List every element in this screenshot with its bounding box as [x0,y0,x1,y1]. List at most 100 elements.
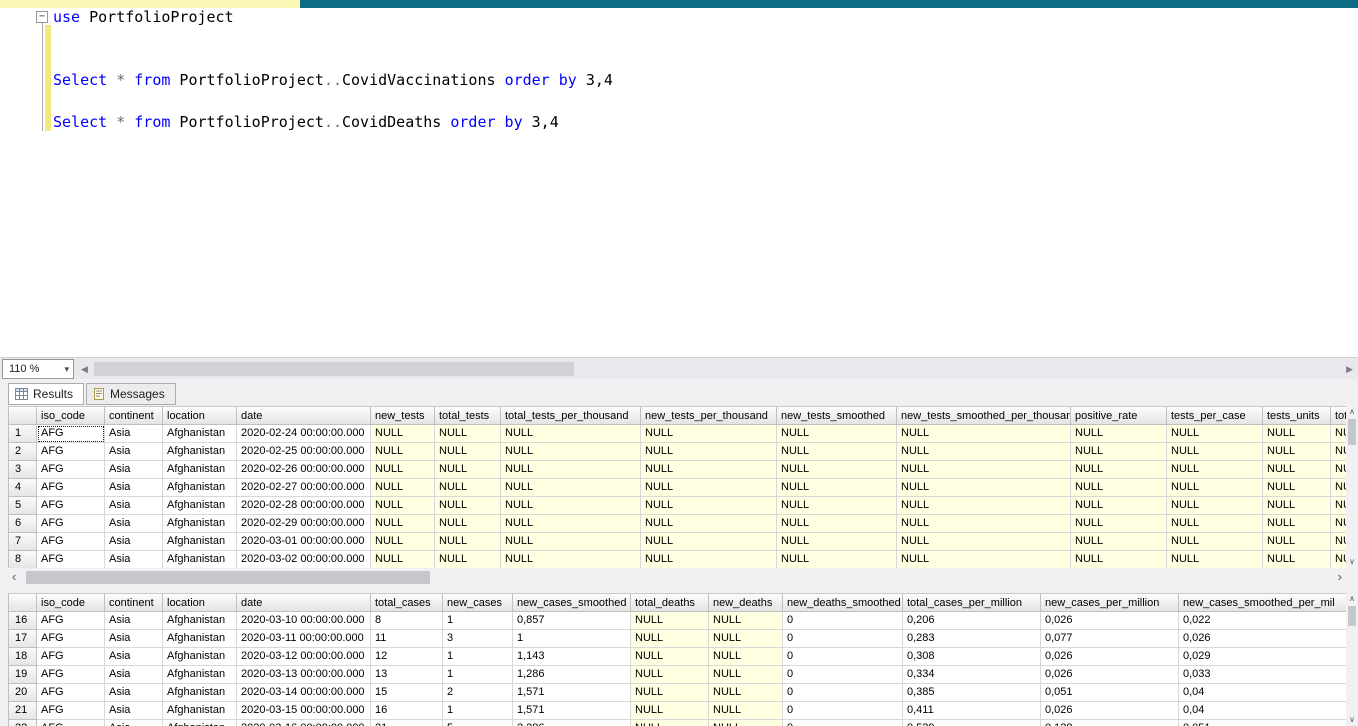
grid-cell[interactable]: NULL [1071,515,1167,533]
row-number[interactable]: 20 [9,684,37,702]
grid-cell[interactable]: NULL [897,479,1071,497]
grid-cell[interactable]: Asia [105,702,163,720]
column-header[interactable]: tests_per_case [1167,407,1263,425]
grid-cell[interactable]: NULL [1263,425,1331,443]
grid-cell[interactable]: NULL [777,497,897,515]
grid-cell[interactable]: Afghanistan [163,461,237,479]
column-header[interactable]: location [163,407,237,425]
grid-cell[interactable]: 2020-03-13 00:00:00.000 [237,666,371,684]
grid-cell[interactable]: Asia [105,533,163,551]
grid-cell[interactable]: NULL [777,479,897,497]
grid-cell[interactable]: NULL [1167,497,1263,515]
grid-cell[interactable]: Asia [105,612,163,630]
grid-cell[interactable]: NULL [501,479,641,497]
grid-cell[interactable]: Afghanistan [163,497,237,515]
column-header[interactable]: continent [105,594,163,612]
grid-cell[interactable]: NULL [1167,533,1263,551]
grid-cell[interactable]: 0,026 [1041,648,1179,666]
column-header[interactable]: total_tests_per_thousand [501,407,641,425]
row-number[interactable]: 2 [9,443,37,461]
grid-cell[interactable]: 13 [371,666,443,684]
column-header[interactable]: date [237,407,371,425]
grid-cell[interactable]: NULL [1263,461,1331,479]
grid-cell[interactable]: Asia [105,479,163,497]
grid-cell[interactable]: 0,04 [1179,702,1346,720]
grid-cell[interactable]: NULL [709,702,783,720]
grid-cell[interactable]: 2020-03-10 00:00:00.000 [237,612,371,630]
grid-cell[interactable]: NULL [1263,443,1331,461]
grid-cell[interactable]: 0,334 [903,666,1041,684]
grid-cell[interactable]: NULL [435,479,501,497]
grid-cell[interactable]: 0 [783,684,903,702]
grid-cell[interactable]: 0,283 [903,630,1041,648]
row-number[interactable]: 17 [9,630,37,648]
grid-cell[interactable]: 0,857 [513,612,631,630]
editor-hscroll-thumb[interactable] [94,362,574,376]
scroll-left-icon[interactable]: ◀ [81,364,88,375]
grid-cell[interactable]: 0,026 [1041,702,1179,720]
column-header[interactable]: iso_code [37,594,105,612]
column-header[interactable]: new_tests [371,407,435,425]
grid-cell[interactable]: NULL [631,720,709,726]
scroll-up-icon[interactable]: ∧ [1346,593,1358,605]
grid-cell[interactable]: 0,026 [1041,612,1179,630]
grid-cell[interactable]: Asia [105,684,163,702]
grid-cell[interactable]: Asia [105,425,163,443]
grid-cell[interactable]: 0,385 [903,684,1041,702]
grid-cell[interactable]: 0,077 [1041,630,1179,648]
grid-cell[interactable]: AFG [37,425,105,443]
grid-cell[interactable]: 2020-03-16 00:00:00.000 [237,720,371,726]
grid-cell[interactable]: NULL [1263,533,1331,551]
grid-cell[interactable]: NULL [501,497,641,515]
grid-cell[interactable]: 0 [783,630,903,648]
grid-cell[interactable]: NULL [641,461,777,479]
grid-cell[interactable]: NULL [371,443,435,461]
grid-cell[interactable]: NULL [897,515,1071,533]
grid-cell[interactable]: Afghanistan [163,630,237,648]
grid-cell[interactable]: 0,128 [1041,720,1179,726]
grid-cell[interactable]: NULL [631,666,709,684]
grid-cell[interactable]: Asia [105,630,163,648]
grid-cell[interactable]: 15 [371,684,443,702]
grid-cell[interactable]: Afghanistan [163,515,237,533]
grid-cell[interactable]: NULL [709,630,783,648]
grid-cell[interactable]: Afghanistan [163,443,237,461]
scroll-left-icon[interactable]: ‹ [12,569,16,585]
tab-messages[interactable]: Messages [86,383,176,405]
grid-cell[interactable]: AFG [37,630,105,648]
grid-cell[interactable]: NULL [709,684,783,702]
grid-cell[interactable]: 0,051 [1041,684,1179,702]
tab-results[interactable]: Results [8,383,85,405]
column-header[interactable]: new_tests_smoothed [777,407,897,425]
grid-cell[interactable]: NULL [777,425,897,443]
grid-cell[interactable]: AFG [37,515,105,533]
grid-cell[interactable]: NULL [709,648,783,666]
grid-cell[interactable]: NULL [435,497,501,515]
grid-cell[interactable]: NULL [1263,479,1331,497]
row-number[interactable]: 18 [9,648,37,666]
grid-cell[interactable]: 5 [443,720,513,726]
scroll-right-icon[interactable]: ▶ [1346,364,1353,375]
grid-cell[interactable]: NU [1331,497,1346,515]
grid-cell[interactable]: NULL [1167,425,1263,443]
grid-cell[interactable]: NULL [435,551,501,568]
grid-cell[interactable]: 2020-02-29 00:00:00.000 [237,515,371,533]
grid-cell[interactable]: NULL [777,443,897,461]
grid-cell[interactable]: Afghanistan [163,648,237,666]
grid-cell[interactable]: NULL [371,551,435,568]
column-header[interactable]: new_deaths_smoothed [783,594,903,612]
grid-cell[interactable]: Afghanistan [163,533,237,551]
grid-cell[interactable]: 2020-02-24 00:00:00.000 [237,425,371,443]
row-number[interactable]: 7 [9,533,37,551]
grid-cell[interactable]: NULL [641,443,777,461]
column-header[interactable]: tests_units [1263,407,1331,425]
grid-cell[interactable]: NULL [371,497,435,515]
grid-cell[interactable]: AFG [37,684,105,702]
grid-cell[interactable]: 2020-02-26 00:00:00.000 [237,461,371,479]
grid-cell[interactable]: NULL [501,425,641,443]
sql-query-editor[interactable]: − use PortfolioProject Select * from Port… [0,8,1358,357]
grid-cell[interactable]: Asia [105,720,163,726]
grid-cell[interactable]: 1,571 [513,702,631,720]
grid-cell[interactable]: 1,286 [513,666,631,684]
scroll-up-icon[interactable]: ∧ [1346,406,1358,418]
